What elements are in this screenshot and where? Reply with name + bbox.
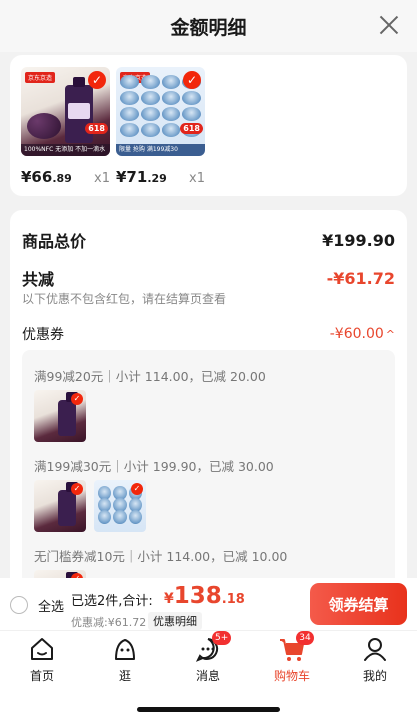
grape-juice-thumb: ✓ bbox=[34, 390, 86, 442]
smile-bag-icon bbox=[111, 635, 139, 663]
product-qty: x1 bbox=[94, 171, 110, 186]
tab-label: 首页 bbox=[29, 669, 54, 683]
coupon-label: 优惠券 bbox=[22, 327, 64, 343]
promo-badge: 618 bbox=[85, 123, 108, 134]
bottle-graphic bbox=[65, 77, 93, 143]
product-item[interactable]: 京东京造 ✓ 618 100%NFC 无添加 不加一滴水 ¥66.89 x1 bbox=[21, 67, 110, 196]
tab-messages[interactable]: 5+ 消息 bbox=[178, 631, 238, 684]
message-badge: 5+ bbox=[212, 631, 232, 645]
coupon-list: 满99减20元｜小计 114.00，已减 20.00 ✓ 满199减30元｜小计… bbox=[22, 350, 395, 600]
discount-detail-link[interactable]: 优惠明细 bbox=[148, 612, 202, 630]
total-price-value: ¥199.90 bbox=[322, 230, 395, 250]
amount-detail-sheet: 金额明细 京东京造 ✓ 618 100%NFC 无添加 不加一滴水 ¥66.89… bbox=[0, 0, 417, 720]
tab-label: 我的 bbox=[362, 669, 387, 683]
check-icon: ✓ bbox=[131, 483, 143, 495]
discount-value: -¥61.72 bbox=[326, 268, 395, 288]
product-strip: 100%NFC 无添加 不加一滴水 bbox=[21, 144, 110, 156]
footer-total: ¥138.18 bbox=[164, 583, 245, 609]
product-price: ¥66.89 bbox=[21, 168, 72, 186]
sheet-header: 金额明细 bbox=[0, 0, 417, 52]
discount-label: 共减 bbox=[22, 270, 55, 289]
cart-badge: 34 bbox=[296, 631, 314, 645]
check-icon: ✓ bbox=[71, 393, 83, 405]
tab-cart[interactable]: 34 购物车 bbox=[262, 631, 322, 684]
check-icon: ✓ bbox=[71, 483, 83, 495]
tab-home[interactable]: 首页 bbox=[12, 635, 72, 684]
coupon-item-text: 无门槛券减10元｜小计 114.00，已减 10.00 bbox=[34, 549, 288, 564]
profile-icon bbox=[361, 635, 389, 663]
product-thumbnails-card: 京东京造 ✓ 618 100%NFC 无添加 不加一滴水 ¥66.89 x1 京… bbox=[10, 55, 407, 196]
brand-tag: 京东京造 bbox=[25, 72, 56, 83]
canned-food-image: 京东京造 ✓ 618 限量 抢购 满199减30 bbox=[116, 67, 205, 156]
check-icon: ✓ bbox=[183, 71, 201, 89]
select-all-radio[interactable] bbox=[10, 596, 28, 614]
product-strip: 限量 抢购 满199减30 bbox=[116, 144, 205, 156]
cart-footer: 全选 已选2件,合计: ¥138.18 优惠减:¥61.72 优惠明细 领券结算 bbox=[0, 578, 417, 630]
grape-juice-thumb: ✓ bbox=[34, 480, 86, 532]
checkout-button[interactable]: 领券结算 bbox=[310, 583, 407, 625]
canned-food-thumb: ✓ bbox=[94, 480, 146, 532]
product-qty: x1 bbox=[189, 171, 205, 186]
close-icon[interactable] bbox=[377, 13, 401, 37]
product-item[interactable]: 京东京造 ✓ 618 限量 抢购 满199减30 ¥71.29 x1 bbox=[116, 67, 205, 196]
promo-badge: 618 bbox=[180, 123, 203, 134]
tab-profile[interactable]: 我的 bbox=[345, 635, 405, 684]
home-indicator bbox=[137, 707, 280, 712]
coupon-item-text: 满199减30元｜小计 199.90，已减 30.00 bbox=[34, 459, 274, 474]
home-icon bbox=[28, 635, 56, 663]
discount-note: 以下优惠不包含红包，请在结算页查看 bbox=[22, 292, 227, 306]
coupon-row[interactable]: 优惠券 -¥60.00 ^ bbox=[22, 324, 395, 344]
product-price: ¥71.29 bbox=[116, 168, 167, 186]
tab-browse[interactable]: 逛 bbox=[95, 635, 155, 684]
grape-juice-image: 京东京造 ✓ 618 100%NFC 无添加 不加一滴水 bbox=[21, 67, 110, 156]
bottom-tab-bar: 首页 逛 5+ 消息 34 购物车 我的 bbox=[0, 630, 417, 720]
total-price-label: 商品总价 bbox=[22, 232, 87, 251]
cart-icon: 34 bbox=[278, 631, 314, 663]
chevron-up-icon: ^ bbox=[385, 328, 395, 341]
message-icon: 5+ bbox=[194, 631, 232, 663]
tab-label: 逛 bbox=[118, 669, 131, 683]
selected-info: 已选2件,合计: bbox=[71, 594, 153, 609]
sheet-title: 金额明细 bbox=[170, 16, 247, 39]
select-all-label[interactable]: 全选 bbox=[38, 596, 64, 615]
grapes-graphic bbox=[27, 113, 61, 139]
coupon-value[interactable]: -¥60.00 ^ bbox=[330, 326, 395, 342]
tab-label: 购物车 bbox=[273, 669, 310, 683]
tab-label: 消息 bbox=[195, 669, 220, 683]
price-detail-card: 商品总价 ¥199.90 共减 -¥61.72 以下优惠不包含红包，请在结算页查… bbox=[10, 210, 407, 600]
coupon-item-text: 满99减20元｜小计 114.00，已减 20.00 bbox=[34, 369, 266, 384]
check-icon: ✓ bbox=[88, 71, 106, 89]
discount-info: 优惠减:¥61.72 bbox=[71, 616, 147, 629]
